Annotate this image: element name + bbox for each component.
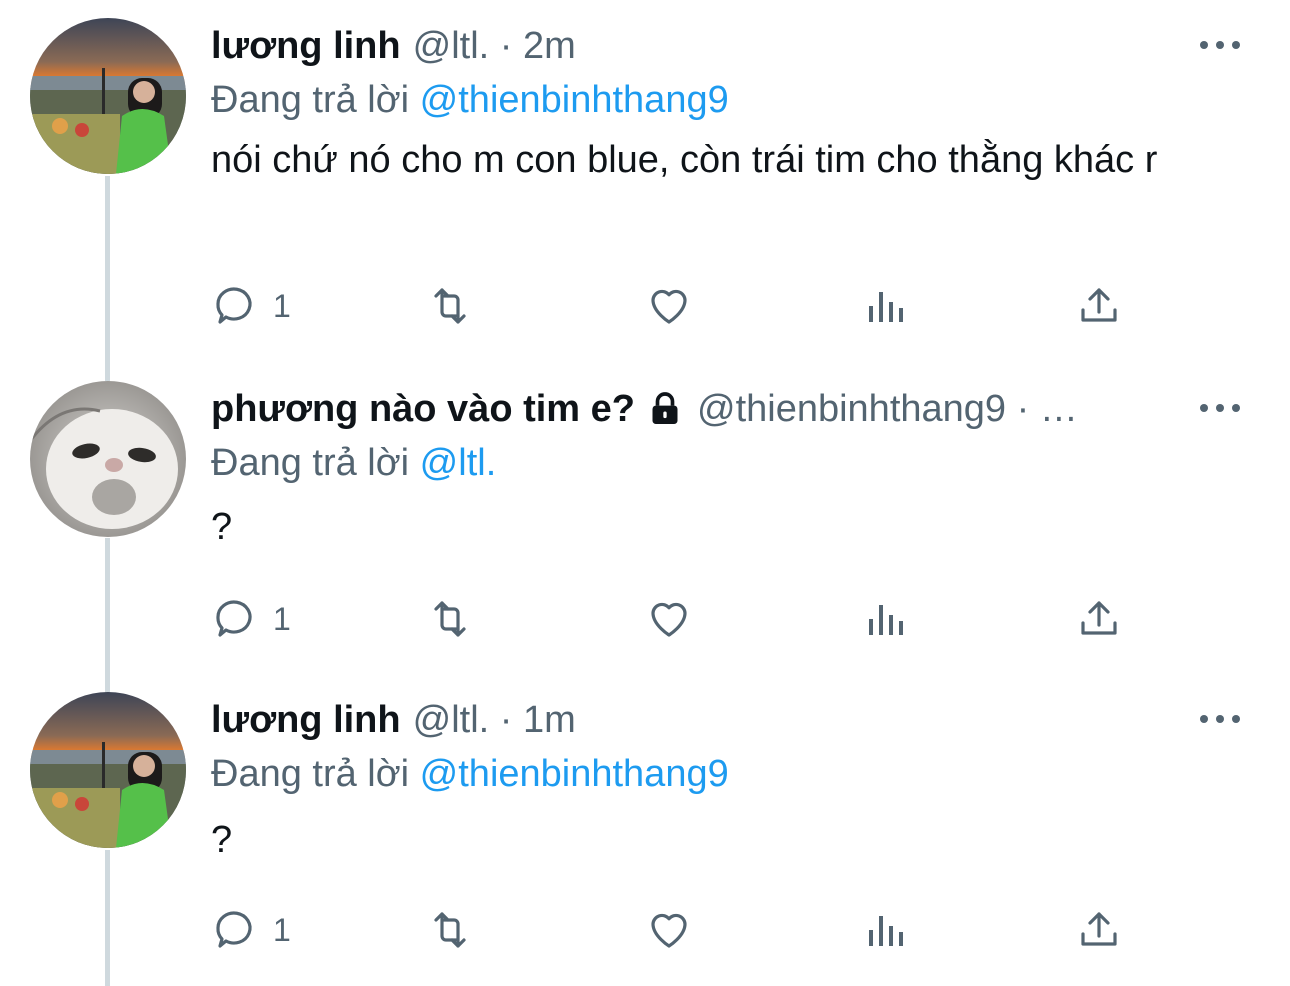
retweet-button[interactable] (426, 591, 474, 647)
views-icon (869, 605, 903, 635)
like-icon (651, 913, 687, 948)
reply-icon (216, 911, 252, 948)
views-button[interactable] (861, 902, 909, 958)
more-icon[interactable] (1200, 395, 1240, 421)
tweet[interactable]: phương nào vào tim e? @thienbinhthang9 ·… (0, 381, 1290, 671)
tweet-header: phương nào vào tim e? @thienbinhthang9 ·… (211, 381, 1170, 437)
retweet-icon (434, 288, 466, 324)
retweet-button[interactable] (426, 278, 474, 334)
tweet-text: ? (211, 506, 233, 548)
views-icon (869, 292, 903, 322)
views-button[interactable] (861, 591, 909, 647)
more-icon[interactable] (1200, 706, 1240, 732)
tweet[interactable]: lương linh @ltl. · 1m Đang trả lời @thie… (0, 692, 1290, 982)
replying-to: Đang trả lời @ltl. (211, 435, 496, 491)
reply-count: 1 (273, 600, 291, 637)
like-icon (651, 289, 687, 324)
handle-and-time[interactable]: @ltl. · 2m (413, 18, 576, 74)
tweet-text: nói chứ nó cho m con blue, còn trái tim … (211, 139, 1158, 181)
tweet-header: lương linh @ltl. · 2m (211, 18, 1170, 74)
more-icon[interactable] (1200, 32, 1240, 58)
display-name[interactable]: phương nào vào tim e? (211, 381, 635, 437)
share-icon (1081, 601, 1117, 635)
retweet-icon (434, 601, 466, 637)
views-button[interactable] (861, 278, 909, 334)
reply-button[interactable]: 1 (211, 902, 291, 958)
replying-handle-link[interactable]: @thienbinhthang9 (420, 753, 729, 795)
views-icon (869, 916, 903, 946)
tweet-text: ? (211, 819, 233, 861)
replying-handle-link[interactable]: @thienbinhthang9 (420, 79, 729, 121)
replying-handle-link[interactable]: @ltl. (420, 442, 497, 484)
lock-icon (652, 392, 678, 424)
like-button[interactable] (645, 278, 693, 334)
avatar[interactable] (30, 381, 186, 537)
replying-prefix: Đang trả lời (211, 79, 410, 121)
reply-button[interactable]: 1 (211, 278, 291, 334)
reply-count: 1 (273, 287, 291, 324)
like-icon (651, 602, 687, 637)
handle-and-time[interactable]: @ltl. · 1m (413, 692, 576, 748)
share-button[interactable] (1075, 591, 1123, 647)
tweet-header: lương linh @ltl. · 1m (211, 692, 1170, 748)
like-button[interactable] (645, 902, 693, 958)
share-icon (1081, 912, 1117, 946)
share-button[interactable] (1075, 278, 1123, 334)
replying-to: Đang trả lời @thienbinhthang9 (211, 72, 729, 128)
action-bar: 1 (211, 591, 1151, 647)
action-bar: 1 (211, 902, 1151, 958)
display-name[interactable]: lương linh (211, 692, 401, 748)
retweet-button[interactable] (426, 902, 474, 958)
share-icon (1081, 288, 1117, 322)
reply-count: 1 (273, 911, 291, 948)
replying-to: Đang trả lời @thienbinhthang9 (211, 746, 729, 802)
like-button[interactable] (645, 591, 693, 647)
display-name[interactable]: lương linh (211, 18, 401, 74)
reply-icon (216, 600, 252, 637)
share-button[interactable] (1075, 902, 1123, 958)
replying-prefix: Đang trả lời (211, 442, 410, 484)
retweet-icon (434, 912, 466, 948)
avatar[interactable] (30, 692, 186, 848)
action-bar: 1 (211, 278, 1151, 334)
reply-button[interactable]: 1 (211, 591, 291, 647)
replying-prefix: Đang trả lời (211, 753, 410, 795)
handle-and-time[interactable]: @thienbinhthang9 · … (697, 381, 1078, 437)
avatar[interactable] (30, 18, 186, 174)
reply-icon (216, 287, 252, 324)
tweet[interactable]: lương linh @ltl. · 2m Đang trả lời @thie… (0, 18, 1290, 348)
